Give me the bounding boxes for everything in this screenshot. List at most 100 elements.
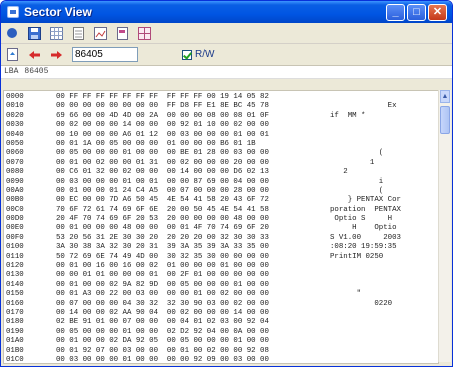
arrow-left-icon[interactable] [26,47,42,63]
hex-row-bytes[interactable]: 00 01 00 16 00 16 00 02 01 00 00 00 01 0… [56,262,318,271]
hex-row-bytes[interactable]: 00 03 00 00 00 01 00 00 00 00 92 09 00 0… [56,356,318,363]
hex-row-offset: 0020 [6,111,24,120]
hex-row-bytes[interactable]: 00 05 00 00 00 01 00 00 00 BE 01 28 00 0… [56,149,318,158]
hex-row-ascii[interactable] [330,121,434,130]
hex-row-bytes[interactable]: 00 01 00 00 02 9A 82 9D 00 05 00 00 00 0… [56,281,318,290]
record-icon[interactable] [4,25,20,41]
hex-row-ascii[interactable] [330,131,434,140]
vertical-scrollbar[interactable]: ▲ [438,90,451,362]
hex-row-bytes[interactable]: 00 01 00 00 01 24 C4 A5 00 07 00 00 00 2… [56,187,318,196]
hex-row-ascii[interactable] [330,93,434,102]
window-title: Sector View [24,5,92,19]
offset-column: 0000 0010 0020 0030 0040 0050 0060 0070 0080 0090… [6,93,42,364]
ascii-column[interactable]: Ex if MM * ( 1 2 i ( } PENTAX Cor poration… [330,93,434,363]
hex-row-ascii[interactable]: 1 [330,159,434,168]
hex-row-offset: 00A0 [6,186,24,195]
grid-icon[interactable] [48,25,64,41]
hex-row-bytes[interactable]: 00 05 00 00 00 01 00 00 02 D2 92 04 00 0… [56,328,318,337]
hex-row-ascii[interactable] [330,271,434,280]
hex-row-bytes[interactable]: 00 07 00 00 00 04 30 32 32 30 90 03 00 0… [56,300,318,309]
hex-row-ascii[interactable]: :08:20 19:59:35 [330,243,434,252]
hex-row-bytes[interactable]: 3A 30 38 3A 32 30 20 31 39 3A 35 39 3A 3… [56,243,318,252]
hex-row-offset: 0180 [6,318,24,327]
hex-row-bytes[interactable]: 00 01 00 00 02 DA 92 05 00 05 00 00 00 0… [56,337,318,346]
checkbox-checked-icon[interactable] [182,49,192,60]
hex-row-ascii[interactable]: 0220 [330,300,434,309]
hex-row-ascii[interactable]: Ex [330,102,434,111]
hex-row-offset: 0050 [6,139,24,148]
hex-row-offset: 0090 [6,177,24,186]
hex-row-bytes[interactable]: 50 72 69 6E 74 49 4D 00 30 32 35 30 00 0… [56,253,318,262]
hex-view[interactable]: 0000 0010 0020 0030 0040 0050 0060 0070 0080 0090… [3,90,439,364]
scroll-up-arrow-icon[interactable]: ▲ [440,90,450,103]
arrow-right-icon[interactable] [48,47,64,63]
lba-input[interactable] [72,47,138,62]
hex-row-ascii[interactable]: poration PENTAX [330,206,434,215]
rw-checkbox[interactable]: R/W [182,49,214,60]
hex-row-ascii[interactable] [330,309,434,318]
hex-row-ascii[interactable] [330,356,434,363]
hex-row-ascii[interactable] [330,318,434,327]
hex-row-ascii[interactable]: ( [330,187,434,196]
image-icon[interactable] [92,25,108,41]
hex-row-bytes[interactable]: 53 20 56 31 2E 30 30 20 20 20 20 00 32 3… [56,234,318,243]
document-icon[interactable] [114,25,130,41]
hex-row-bytes[interactable]: 00 01 A3 00 22 00 03 00 00 00 01 00 02 0… [56,290,318,299]
hex-row-bytes[interactable]: 00 00 01 01 00 00 00 01 00 2F 01 00 00 0… [56,271,318,280]
hex-row-offset: 01C0 [6,355,24,364]
close-button[interactable]: ✕ [428,3,447,21]
hex-row-ascii[interactable]: i [330,178,434,187]
hex-row-bytes[interactable]: 00 10 00 00 00 A6 01 12 00 03 00 00 00 0… [56,131,318,140]
rw-label: R/W [195,49,215,60]
hex-row-bytes[interactable]: 20 4F 70 74 69 6F 20 53 20 00 00 00 00 4… [56,215,318,224]
hex-row-offset: 0120 [6,262,24,271]
maximize-button[interactable]: □ [407,3,426,21]
grid-pink-icon[interactable] [136,25,152,41]
hex-row-offset: 0170 [6,308,24,317]
hex-row-ascii[interactable]: if MM * [330,112,434,121]
hex-row-bytes[interactable]: 00 01 92 07 00 03 00 00 00 01 00 02 00 0… [56,347,318,356]
hex-row-offset: 01B0 [6,346,24,355]
hex-row-bytes[interactable]: 70 6F 72 61 74 69 6F 6E 20 00 50 45 4E 5… [56,206,318,215]
hex-row-bytes[interactable]: 00 01 00 02 00 00 01 31 00 02 00 00 00 2… [56,159,318,168]
hex-row-bytes[interactable]: 00 00 00 00 00 00 00 00 FF D8 FF E1 8E B… [56,102,318,111]
hex-row-bytes[interactable]: 00 02 00 00 00 14 00 00 00 92 01 10 00 0… [56,121,318,130]
hex-row-bytes[interactable]: 00 01 1A 00 05 00 00 00 01 00 00 00 B6 0… [56,140,318,149]
hex-column[interactable]: 00 FF FF FF FF FF FF FF FF FF FF 00 19 1… [56,93,318,363]
save-icon[interactable] [26,25,42,41]
hex-row-ascii[interactable]: H Optio [330,224,434,233]
hex-row-ascii[interactable]: 2 [330,168,434,177]
hex-row-bytes[interactable]: 00 C6 01 32 00 02 00 00 00 14 00 00 00 D… [56,168,318,177]
hex-row-ascii[interactable] [330,337,434,346]
hex-row-bytes[interactable]: 02 BE 91 01 00 07 00 00 00 04 01 02 03 0… [56,318,318,327]
hex-row-ascii[interactable] [330,262,434,271]
hex-row-ascii[interactable]: PrintIM 0250 [330,253,434,262]
hex-row-ascii[interactable]: " [330,290,434,299]
hex-row-ascii[interactable] [330,281,434,290]
hex-row-ascii[interactable]: ( [330,149,434,158]
hex-row-bytes[interactable]: 00 01 00 00 00 48 00 00 00 01 4F 70 74 6… [56,224,318,233]
hex-row-offset: 0150 [6,290,24,299]
hex-row-ascii[interactable] [330,347,434,356]
hex-row-offset: 0060 [6,149,24,158]
hex-row-bytes[interactable]: 69 66 00 00 4D 4D 00 2A 00 00 00 08 00 0… [56,112,318,121]
export-icon[interactable] [4,47,20,63]
hex-row-offset: 00B0 [6,196,24,205]
hex-row-bytes[interactable]: 00 FF FF FF FF FF FF FF FF FF FF 00 19 1… [56,93,318,102]
minimize-button[interactable]: _ [386,3,405,21]
hex-row-bytes[interactable]: 00 03 00 00 00 01 00 01 00 00 87 69 00 0… [56,178,318,187]
scrollbar-thumb[interactable] [440,106,450,134]
hex-row-offset: 0040 [6,130,24,139]
hex-row-ascii[interactable] [330,328,434,337]
hex-row-ascii[interactable]: Optio S H [330,215,434,224]
list-icon[interactable] [70,25,86,41]
hex-row-bytes[interactable]: 00 EC 00 00 7D A6 50 45 4E 54 41 58 20 4… [56,196,318,205]
title-bar[interactable]: Sector View _ □ ✕ [1,1,452,23]
hex-row-offset: 0190 [6,327,24,336]
hex-row-ascii[interactable]: S V1.00 2003 [330,234,434,243]
hex-row-offset: 0010 [6,102,24,111]
hex-row-ascii[interactable]: } PENTAX Cor [330,196,434,205]
main-toolbar [1,23,452,44]
hex-row-bytes[interactable]: 00 14 00 00 02 AA 90 04 00 02 00 00 00 1… [56,309,318,318]
hex-row-ascii[interactable] [330,140,434,149]
